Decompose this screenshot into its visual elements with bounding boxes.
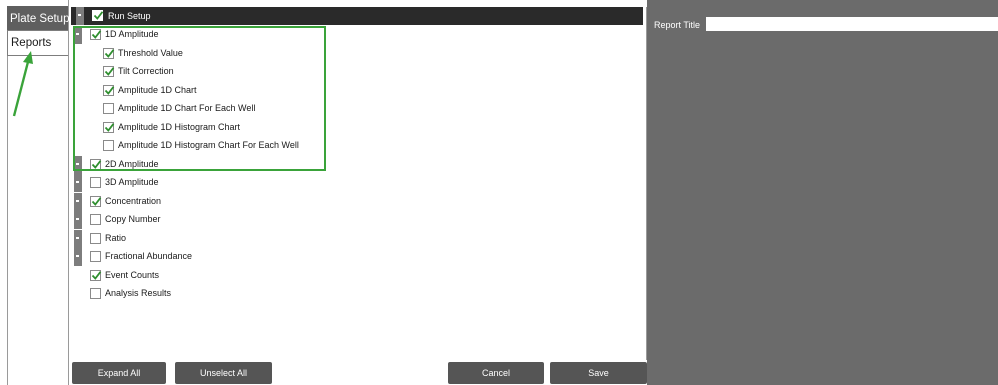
tree-item[interactable]: Concentration (69, 192, 645, 211)
tree-item-label: Event Counts (105, 269, 160, 280)
save-button[interactable]: Save (550, 362, 647, 384)
report-settings-panel: Report Title (647, 0, 998, 385)
report-title-label: Report Title (654, 20, 701, 30)
expander-icon[interactable] (74, 192, 82, 211)
tree-item[interactable]: Analysis Results (69, 285, 645, 303)
bottom-toolbar: Expand All Unselect All Cancel Save (69, 361, 647, 385)
item-checkbox[interactable] (90, 251, 101, 262)
tree-item[interactable]: Ratio (69, 229, 645, 248)
annotation-highlight-box (73, 26, 326, 171)
tree-item-label: Concentration (105, 195, 162, 206)
expander-icon[interactable] (74, 229, 82, 248)
left-nav: Plate Setup Reports (0, 0, 69, 385)
item-checkbox[interactable] (90, 177, 101, 188)
tree-item[interactable]: Copy Number (69, 211, 645, 229)
item-checkbox[interactable] (90, 269, 102, 281)
run-setup-label: Run Setup (108, 11, 151, 21)
item-checkbox[interactable] (90, 288, 101, 299)
item-checkbox[interactable] (90, 195, 102, 207)
tree-item[interactable]: Event Counts (69, 267, 645, 285)
tree-item-label: Ratio (105, 232, 127, 243)
tree-item-label: Copy Number (105, 214, 161, 224)
annotation-arrow-icon (12, 51, 33, 117)
tree-item[interactable]: Fractional Abundance (69, 248, 645, 266)
tree-item-label: Analysis Results (105, 288, 172, 298)
item-checkbox[interactable] (90, 214, 101, 225)
expander-icon[interactable] (74, 174, 82, 192)
report-title-input[interactable] (706, 17, 998, 31)
expander-icon[interactable] (74, 211, 82, 229)
tree-item-label: Fractional Abundance (105, 251, 193, 261)
item-checkbox[interactable] (90, 232, 101, 244)
expander-icon[interactable] (76, 7, 84, 25)
tree-item-label: 3D Amplitude (105, 177, 159, 187)
expand-all-button[interactable]: Expand All (72, 362, 166, 384)
expander-icon[interactable] (74, 248, 82, 266)
cancel-button[interactable]: Cancel (448, 362, 544, 384)
run-setup-checkbox[interactable] (92, 10, 104, 21)
unselect-all-button[interactable]: Unselect All (175, 362, 272, 384)
tree-root-run-setup[interactable]: Run Setup (71, 7, 643, 25)
tree-item[interactable]: 3D Amplitude (69, 174, 645, 192)
